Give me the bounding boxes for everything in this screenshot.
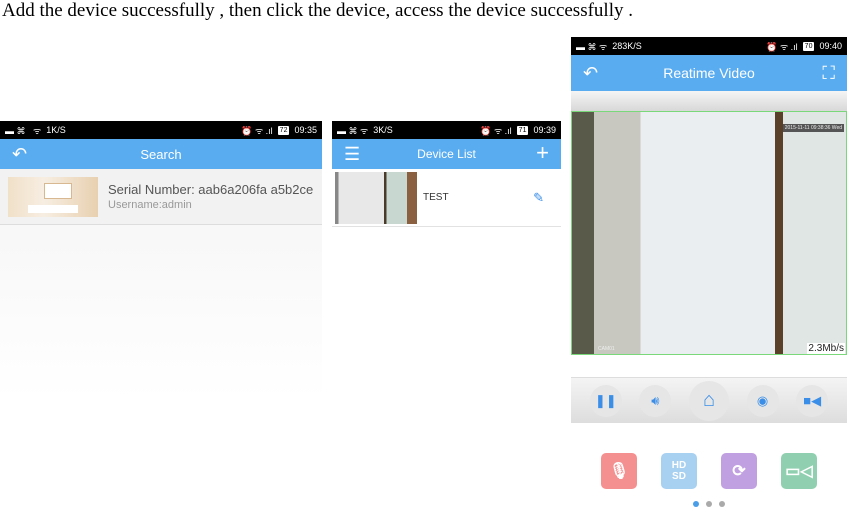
hd-sd-button[interactable]: HD SD (661, 453, 697, 489)
pause-icon: ❚❚ (594, 392, 617, 408)
bitrate: 2.3Mb/s (807, 343, 845, 354)
refresh-button[interactable]: ⟳ (721, 453, 757, 489)
microphone-button[interactable]: 🎙︎ (601, 453, 637, 489)
control-bar: ❚❚ 🔊︎ ⌂ ◉ ■◀ (571, 377, 847, 423)
back-arrow-icon[interactable]: ↶ (12, 144, 27, 164)
speaker-icon: 🔊︎ (651, 392, 660, 408)
page-dot[interactable] (693, 501, 699, 507)
serial-number: Serial Number: aab6a206fa a5b2ce (108, 181, 314, 197)
list-menu-icon[interactable]: ☰ (344, 144, 360, 164)
page-title: Device List (417, 147, 476, 161)
device-thumbnail (8, 176, 98, 217)
edit-icon[interactable]: ✎ (533, 190, 544, 206)
status-bar: ▬ ⌘ ᯤ 1K/S ⏰ ᯤ .ıl 72 09:35 (0, 121, 322, 139)
record-button[interactable]: ■◀ (796, 384, 829, 417)
status-bar: ▬ ⌘ ᯤ 3K/S ⏰ ᯤ .ıl 71 09:39 (332, 121, 561, 139)
device-list-screen: ▬ ⌘ ᯤ 3K/S ⏰ ᯤ .ıl 71 09:39 ☰ Device List +… (332, 121, 561, 520)
search-screen: ▬ ⌘ ᯤ 1K/S ⏰ ᯤ .ıl 72 09:35 ↶ Search Serial… (0, 121, 322, 520)
back-arrow-icon[interactable]: ↶ (583, 63, 598, 83)
home-icon: ⌂ (702, 389, 716, 411)
header: ↶ Reatime Video ⛶ (571, 55, 847, 91)
refresh-icon: ⟳ (732, 463, 746, 480)
tool-grid: 🎙︎ HD SD ⟳ ▭◁ (571, 453, 847, 489)
header: ↶ Search (0, 139, 322, 169)
volume-button[interactable]: 🔊︎ (639, 384, 672, 417)
username: Username:admin (108, 198, 192, 211)
page-dot[interactable] (706, 501, 712, 507)
video-camera-icon: ■◀ (803, 392, 822, 408)
realtime-video-screen: ▬ ⌘ ᯤ 283K/S ⏰ ᯤ .ıl 70 09:40 ↶ Reatime Vid… (571, 37, 847, 520)
snapshot-button[interactable]: ◉ (746, 384, 779, 417)
page-indicator (571, 501, 847, 507)
page-title: Search (140, 146, 182, 162)
video-icon: ▭◁ (785, 463, 813, 480)
device-list-item[interactable]: TEST ✎ (332, 169, 561, 227)
home-button[interactable]: ⌂ (688, 380, 729, 421)
camera-icon: ◉ (756, 392, 769, 408)
fullscreen-icon[interactable]: ⛶ (822, 61, 835, 85)
pause-button[interactable]: ❚❚ (589, 384, 622, 417)
header: ☰ Device List + (332, 139, 561, 169)
video-timestamp: 2015-11-11 09:38:36 Wed (782, 124, 844, 132)
camera-label: CAM01 (598, 346, 615, 352)
search-result-item[interactable]: Serial Number: aab6a206fa a5b2ce Usernam… (0, 169, 322, 225)
device-name: TEST (423, 192, 449, 203)
page-dot[interactable] (719, 501, 725, 507)
status-bar: ▬ ⌘ ᯤ 283K/S ⏰ ᯤ .ıl 70 09:40 (571, 37, 847, 55)
video-button[interactable]: ▭◁ (781, 453, 817, 489)
microphone-icon: 🎙︎ (608, 463, 630, 480)
plus-icon[interactable]: + (536, 141, 549, 165)
hd-sd-icon: HD SD (671, 460, 687, 482)
page-title: Reatime Video (663, 65, 755, 81)
caption: Add the device successfully , then click… (2, 0, 633, 21)
device-thumbnail (335, 171, 417, 224)
video-feed[interactable]: 2015-11-11 09:38:36 Wed CAM01 2.3Mb/s (571, 111, 847, 355)
